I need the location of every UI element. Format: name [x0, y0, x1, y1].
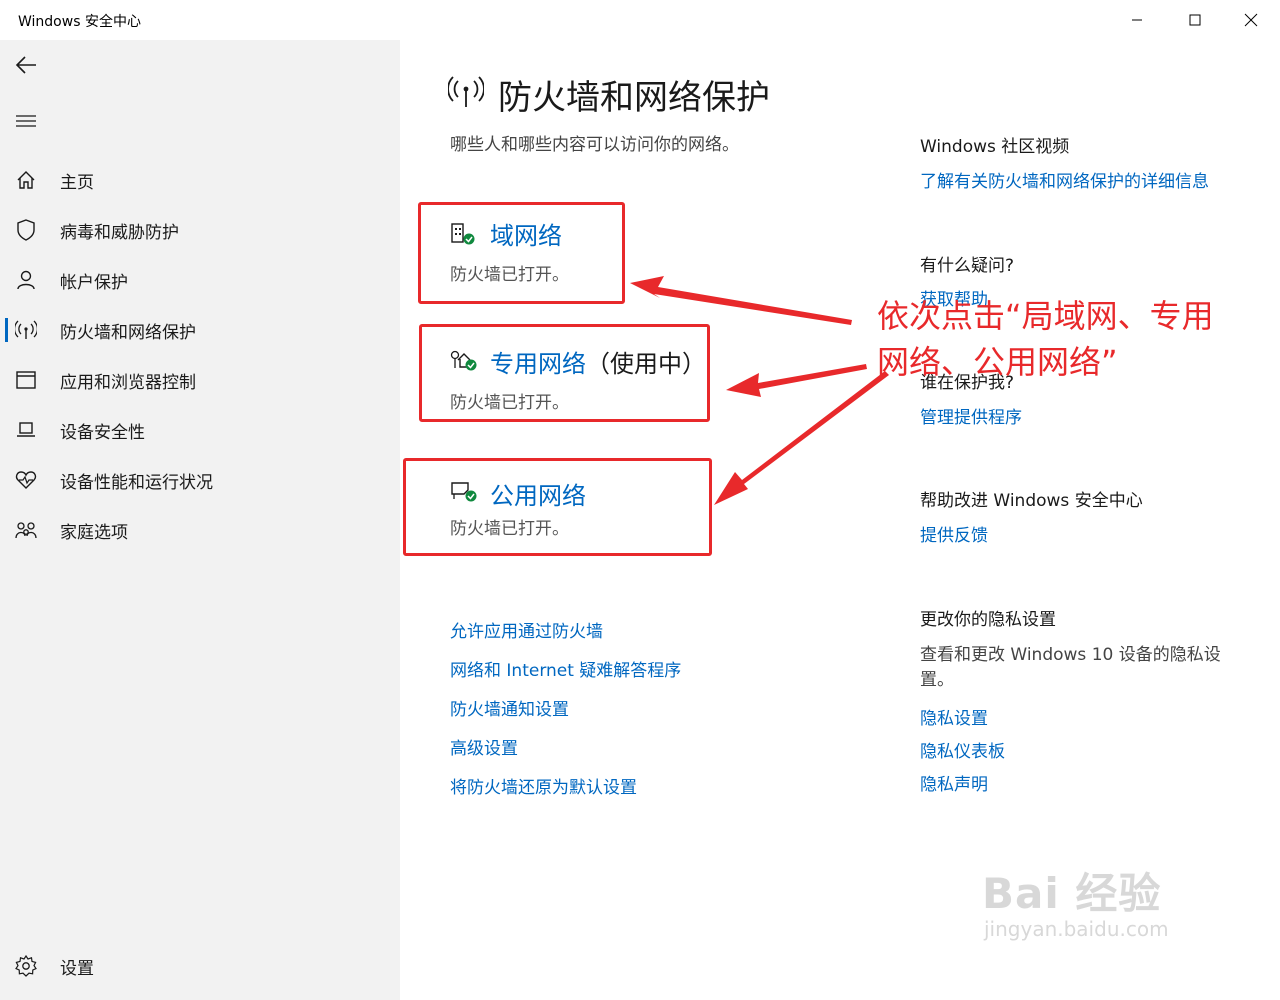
privacy-statement-link[interactable]: 隐私声明 — [920, 770, 988, 795]
sidebar-item-settings[interactable]: 设置 — [0, 944, 400, 988]
wifi-antenna-icon — [447, 76, 485, 112]
close-icon — [1244, 13, 1258, 27]
restore-firewall-defaults-link[interactable]: 将防火墙还原为默认设置 — [450, 773, 637, 798]
gear-icon — [14, 954, 38, 978]
manage-providers-link[interactable]: 管理提供程序 — [920, 403, 1022, 428]
annotation-line-2: 网络、公用网络” — [877, 343, 1118, 381]
annotation-text: 依次点击“局域网、专用 网络、公用网络” — [877, 293, 1214, 385]
person-icon — [14, 268, 38, 292]
sidebar-item-label: 主页 — [60, 172, 94, 193]
heart-pulse-icon — [14, 468, 38, 492]
app-title: Windows 安全中心 — [18, 14, 141, 30]
sidebar-item-label: 家庭选项 — [60, 522, 128, 543]
watermark-logo-text: Bai 经验 — [982, 869, 1162, 918]
improve-heading: 帮助改进 Windows 安全中心 — [920, 491, 1143, 511]
community-videos-heading: Windows 社区视频 — [920, 137, 1070, 157]
sidebar-item-family[interactable]: 家庭选项 — [0, 508, 400, 552]
give-feedback-link[interactable]: 提供反馈 — [920, 521, 988, 546]
sidebar-item-account-protection[interactable]: 帐户保护 — [0, 258, 400, 302]
sidebar-item-firewall[interactable]: 防火墙和网络保护 — [0, 308, 400, 352]
sidebar: 主页 病毒和威胁防护 帐户保护 防火墙和网络保护 应用和浏览器控制 设备安全性 — [0, 40, 400, 1000]
firewall-notification-settings-link[interactable]: 防火墙通知设置 — [450, 695, 569, 720]
sidebar-item-home[interactable]: 主页 — [0, 158, 400, 202]
watermark-url: jingyan.baidu.com — [984, 917, 1169, 941]
annotation-line-1: 依次点击“局域网、专用 — [877, 297, 1214, 335]
menu-button[interactable] — [14, 109, 38, 133]
privacy-settings-link[interactable]: 隐私设置 — [920, 704, 988, 729]
sidebar-item-label: 应用和浏览器控制 — [60, 372, 196, 393]
sidebar-item-app-browser-control[interactable]: 应用和浏览器控制 — [0, 358, 400, 402]
title-bar: Windows 安全中心 — [0, 0, 1280, 40]
home-icon — [14, 168, 38, 192]
network-troubleshooter-link[interactable]: 网络和 Internet 疑难解答程序 — [450, 656, 681, 681]
privacy-dashboard-link[interactable]: 隐私仪表板 — [920, 737, 1005, 762]
sidebar-item-label: 设备安全性 — [60, 422, 145, 443]
wifi-antenna-icon — [14, 318, 38, 342]
advanced-settings-link[interactable]: 高级设置 — [450, 734, 518, 759]
minimize-icon — [1132, 19, 1142, 21]
page-title: 防火墙和网络保护 — [498, 78, 770, 118]
maximize-button[interactable] — [1166, 0, 1224, 40]
back-button[interactable] — [14, 53, 38, 77]
laptop-icon — [14, 418, 38, 442]
minimize-button[interactable] — [1108, 0, 1166, 40]
family-icon — [14, 518, 38, 542]
privacy-description: 查看和更改 Windows 10 设备的隐私设置。 — [920, 645, 1221, 690]
close-button[interactable] — [1222, 0, 1280, 40]
sidebar-item-device-security[interactable]: 设备安全性 — [0, 408, 400, 452]
shield-icon — [14, 218, 38, 242]
highlight-box-public — [403, 458, 712, 556]
allow-app-firewall-link[interactable]: 允许应用通过防火墙 — [450, 617, 603, 642]
sidebar-item-device-performance[interactable]: 设备性能和运行状况 — [0, 458, 400, 502]
highlight-box-private — [419, 324, 710, 422]
sidebar-item-label: 病毒和威胁防护 — [60, 222, 179, 243]
hamburger-icon — [16, 115, 36, 127]
baidu-watermark: Bai 经验 jingyan.baidu.com — [982, 860, 1169, 941]
sidebar-item-label: 防火墙和网络保护 — [60, 322, 196, 343]
sidebar-item-label: 设备性能和运行状况 — [60, 472, 213, 493]
settings-label: 设置 — [60, 958, 94, 979]
sidebar-item-virus-protection[interactable]: 病毒和威胁防护 — [0, 208, 400, 252]
questions-heading: 有什么疑问? — [920, 256, 1015, 276]
browser-window-icon — [14, 368, 38, 392]
sidebar-item-label: 帐户保护 — [60, 272, 128, 293]
learn-more-link[interactable]: 了解有关防火墙和网络保护的详细信息 — [920, 167, 1209, 192]
maximize-icon — [1189, 14, 1201, 26]
highlight-box-domain — [418, 202, 625, 304]
privacy-heading: 更改你的隐私设置 — [920, 610, 1056, 630]
back-arrow-icon — [15, 56, 36, 74]
page-subtitle: 哪些人和哪些内容可以访问你的网络。 — [450, 135, 739, 155]
